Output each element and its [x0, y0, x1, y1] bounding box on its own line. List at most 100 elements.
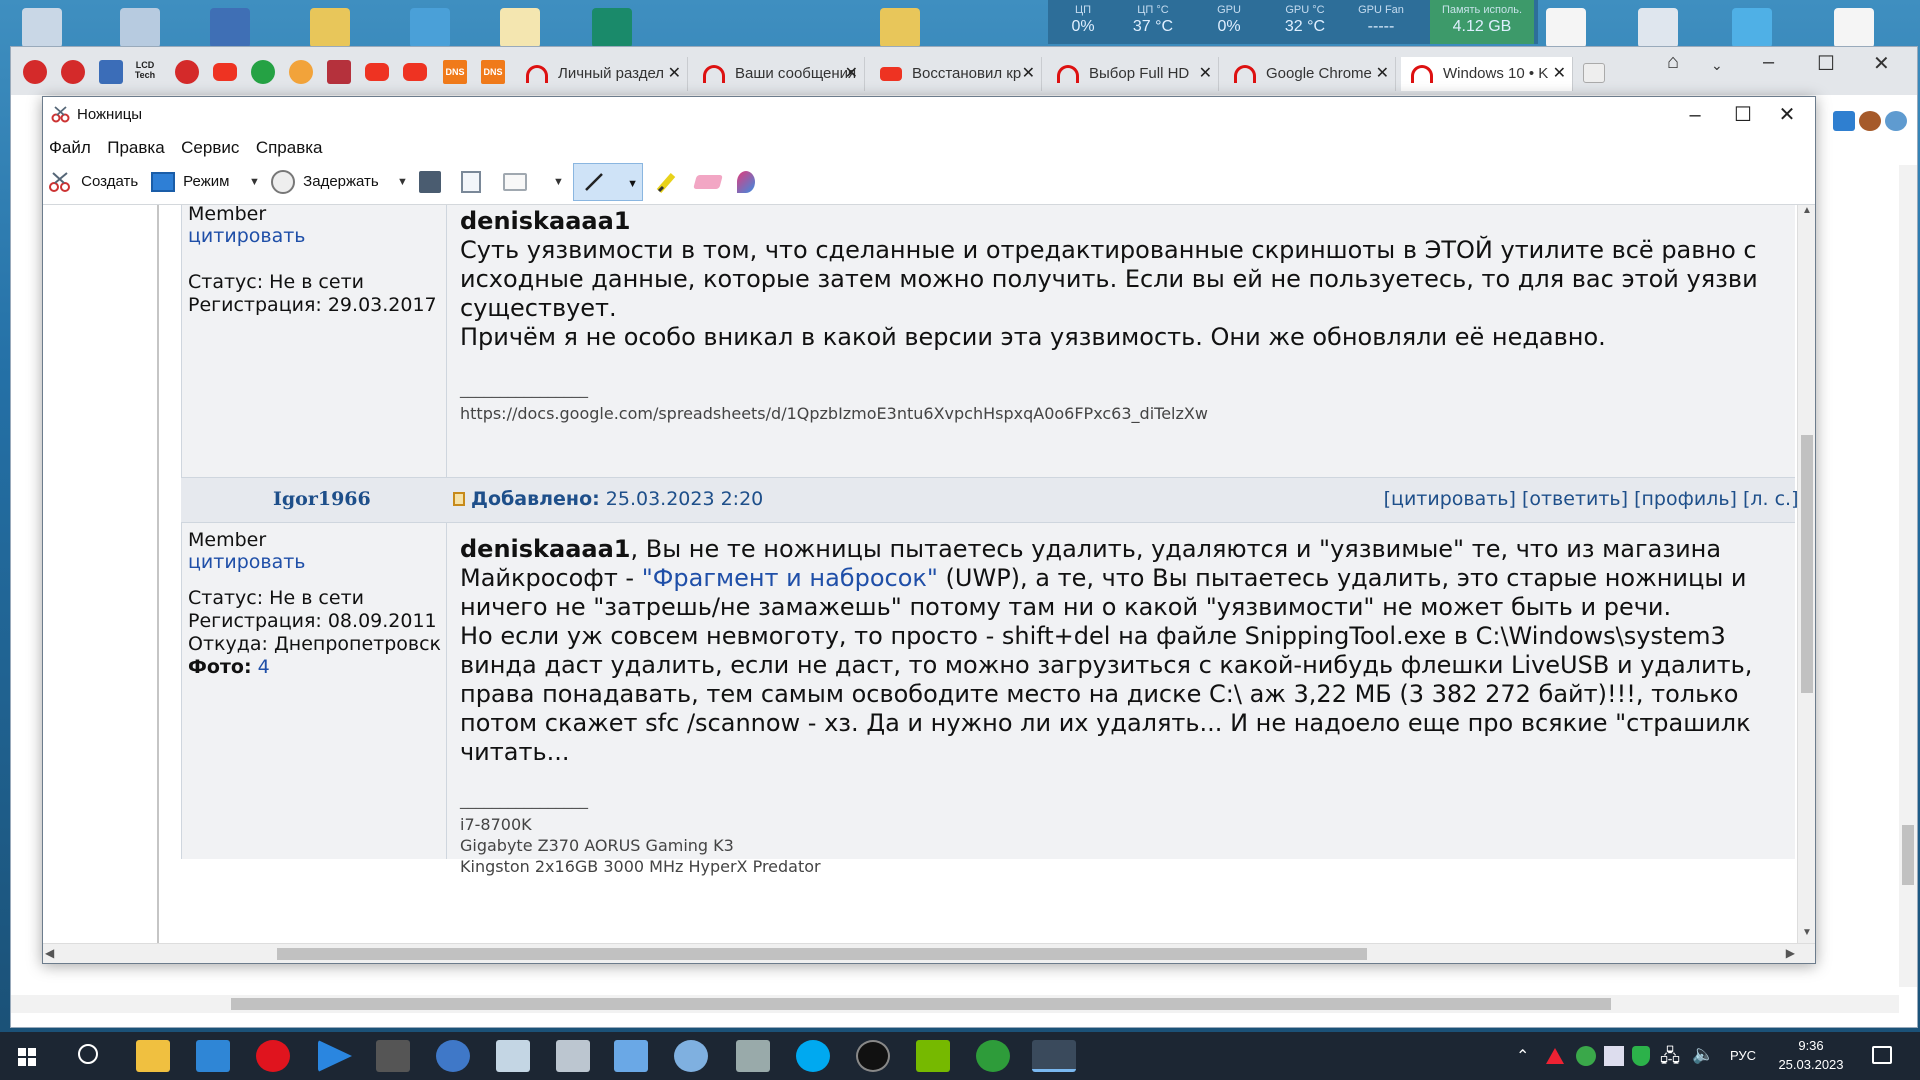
recycle-bin-icon[interactable]	[120, 8, 160, 48]
notifications-icon[interactable]	[1872, 1046, 1892, 1064]
minimize-icon[interactable]: –	[1763, 51, 1774, 74]
post-actions[interactable]: [цитировать] [ответить] [профиль] [л. с.…	[1384, 488, 1815, 510]
calculator-icon[interactable]	[736, 1040, 770, 1072]
folder-icon[interactable]	[310, 8, 350, 48]
clock[interactable]: 9:36 25.03.2023	[1776, 1038, 1846, 1080]
media-icon[interactable]	[410, 8, 450, 48]
close-icon[interactable]: ✕	[845, 57, 858, 91]
close-icon[interactable]: ✕	[1553, 57, 1566, 91]
opera-red-icon[interactable]	[23, 60, 47, 84]
document-icon[interactable]	[500, 8, 540, 48]
post-username[interactable]: Igor1966	[273, 488, 371, 510]
skype-icon[interactable]	[796, 1040, 830, 1072]
lcd-icon[interactable]	[99, 60, 123, 84]
start-icon[interactable]	[18, 1048, 36, 1066]
audio-icon[interactable]	[327, 60, 351, 84]
send-button[interactable]	[503, 168, 531, 196]
extension-icon[interactable]	[1859, 111, 1881, 131]
youtube-icon[interactable]	[403, 63, 427, 81]
dns-icon[interactable]: DNS	[481, 60, 505, 84]
opera-red-icon[interactable]	[61, 60, 85, 84]
browser-tab[interactable]: Ваши сообщения ✕	[693, 57, 865, 91]
quote-link[interactable]: цитировать	[188, 225, 306, 247]
close-icon[interactable]: ✕	[1022, 57, 1035, 91]
document-icon[interactable]	[1546, 8, 1586, 48]
search-icon[interactable]	[78, 1044, 98, 1064]
tray-app-icon[interactable]	[1546, 1048, 1564, 1064]
menu-tools[interactable]: Сервис	[175, 133, 245, 158]
youtube-icon[interactable]	[213, 63, 237, 81]
download-icon[interactable]	[1833, 111, 1855, 131]
scroll-up-icon[interactable]: ▲	[1798, 205, 1815, 221]
store-icon[interactable]	[196, 1040, 230, 1072]
settings-icon[interactable]	[1638, 8, 1678, 48]
notebook-icon[interactable]	[614, 1040, 648, 1072]
menu-edit[interactable]: Правка	[101, 133, 170, 158]
scroll-thumb[interactable]	[277, 948, 1367, 960]
whatsapp-icon[interactable]	[251, 60, 275, 84]
close-icon[interactable]: ✕	[1873, 51, 1890, 76]
dns-icon[interactable]: DNS	[443, 60, 467, 84]
app-icon[interactable]	[1732, 8, 1772, 48]
photo-count[interactable]: 4	[258, 656, 270, 678]
scroll-thumb[interactable]	[231, 998, 1611, 1010]
opera-icon[interactable]	[256, 1040, 290, 1072]
scroll-down-icon[interactable]: ▼	[1798, 927, 1815, 943]
desktop-app-icon[interactable]	[22, 8, 62, 48]
close-icon[interactable]: ✕	[668, 57, 681, 91]
maximize-icon[interactable]: ☐	[1817, 51, 1835, 76]
extension-icon[interactable]	[1885, 111, 1907, 131]
scroll-right-icon[interactable]: ▶	[1786, 946, 1795, 960]
menu-help[interactable]: Справка	[250, 133, 329, 158]
window-titlebar[interactable]: Ножницы – ☐ ✕	[43, 97, 1815, 133]
colorful-app-icon[interactable]	[289, 60, 313, 84]
youtube-icon[interactable]	[365, 63, 389, 81]
tray-pen-icon[interactable]	[1604, 1046, 1624, 1066]
save-button[interactable]	[419, 168, 445, 196]
lcd-tech-icon[interactable]: LCD Tech	[133, 60, 157, 84]
copy-button[interactable]	[461, 168, 485, 196]
tray-shield-icon[interactable]	[1632, 1046, 1650, 1066]
mode-button[interactable]: Режим	[151, 168, 229, 196]
eraser-button[interactable]	[693, 168, 725, 196]
signature-line[interactable]: https://docs.google.com/spreadsheets/d/1…	[460, 403, 1795, 424]
browser-horizontal-scrollbar[interactable]	[11, 995, 1899, 1013]
computer-icon[interactable]	[210, 8, 250, 48]
network-icon[interactable]: 🖧	[1660, 1044, 1680, 1080]
delay-button[interactable]: Задержать	[271, 168, 379, 196]
quote-link[interactable]: цитировать	[188, 551, 306, 573]
folder-icon[interactable]	[880, 8, 920, 48]
volume-icon[interactable]: 🔈	[1692, 1044, 1714, 1080]
new-snip-button[interactable]: Создать	[47, 168, 138, 196]
vertical-scrollbar[interactable]: ▲ ▼	[1797, 205, 1815, 943]
browser-vertical-scrollbar[interactable]	[1899, 165, 1917, 987]
media-player-icon[interactable]	[318, 1040, 352, 1072]
nvidia-icon[interactable]	[916, 1040, 950, 1072]
highlighter-button[interactable]	[655, 168, 685, 196]
video-editor-icon[interactable]	[376, 1040, 410, 1072]
new-tab-icon[interactable]	[1583, 63, 1605, 83]
pen-button[interactable]: ▼	[573, 163, 643, 201]
close-icon[interactable]: ✕	[1376, 57, 1389, 91]
xbox-icon[interactable]	[976, 1040, 1010, 1072]
snip-sketch-link[interactable]: "Фрагмент и набросок"	[642, 564, 938, 592]
shirt-icon[interactable]: ⌂	[1667, 51, 1679, 74]
chevron-down-icon[interactable]: ⌄	[1711, 57, 1723, 74]
globe-icon[interactable]	[436, 1040, 470, 1072]
browser-tab[interactable]: Выбор Full HD ✕	[1047, 57, 1219, 91]
delay-dropdown-icon[interactable]: ▼	[397, 168, 408, 196]
opera-red-icon[interactable]	[175, 60, 199, 84]
browser-tab[interactable]: Личный раздел ✕	[516, 57, 688, 91]
language-indicator[interactable]: РУС	[1730, 1048, 1756, 1080]
browser-tab-active[interactable]: Windows 10 • K ✕	[1401, 57, 1573, 91]
circle-app-icon[interactable]	[856, 1040, 890, 1072]
send-dropdown-icon[interactable]: ▼	[553, 168, 564, 196]
app-green-icon[interactable]	[592, 8, 632, 48]
document-icon[interactable]	[1834, 8, 1874, 48]
browser-tab[interactable]: Google Chrome ✕	[1224, 57, 1396, 91]
close-icon[interactable]: ✕	[1199, 57, 1212, 91]
scanner-icon[interactable]	[556, 1040, 590, 1072]
paint3d-button[interactable]	[737, 168, 759, 196]
notes-icon[interactable]	[496, 1040, 530, 1072]
menu-file[interactable]: Файл	[43, 133, 97, 158]
